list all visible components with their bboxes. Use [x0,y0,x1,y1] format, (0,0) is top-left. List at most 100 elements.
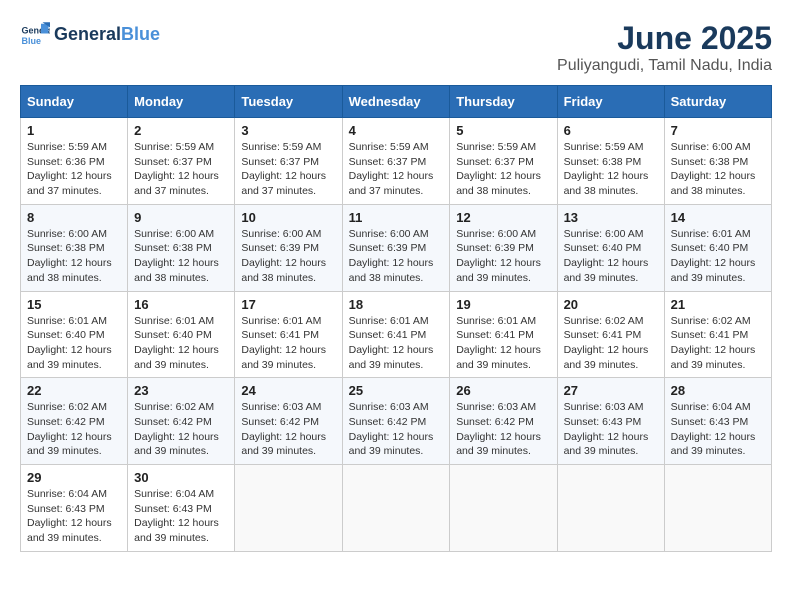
day-number: 8 [27,210,121,225]
day-number: 19 [456,297,550,312]
day-number: 24 [241,383,335,398]
day-number: 9 [134,210,228,225]
calendar-cell: 25Sunrise: 6:03 AM Sunset: 6:42 PM Dayli… [342,378,450,465]
day-info: Sunrise: 5:59 AM Sunset: 6:37 PM Dayligh… [241,140,335,199]
calendar-cell: 18Sunrise: 6:01 AM Sunset: 6:41 PM Dayli… [342,291,450,378]
day-number: 17 [241,297,335,312]
calendar-table: SundayMondayTuesdayWednesdayThursdayFrid… [20,85,772,552]
day-number: 12 [456,210,550,225]
day-info: Sunrise: 6:01 AM Sunset: 6:40 PM Dayligh… [27,314,121,373]
calendar-cell: 21 Sunrise: 6:02 AM Sunset: 6:41 PM Dayli… [664,291,771,378]
day-info: Sunrise: 5:59 AM Sunset: 6:38 PM Dayligh… [564,140,658,199]
day-number: 29 [27,470,121,485]
day-number: 20 [564,297,658,312]
day-info: Sunrise: 6:00 AM Sunset: 6:38 PM Dayligh… [134,227,228,286]
day-number: 22 [27,383,121,398]
calendar-cell: 14 Sunrise: 6:01 AM Sunset: 6:40 PM Dayli… [664,204,771,291]
calendar-cell: 9 Sunrise: 6:00 AM Sunset: 6:38 PM Daylig… [128,204,235,291]
day-info: Sunrise: 6:03 AM Sunset: 6:42 PM Dayligh… [456,400,550,459]
day-info: Sunrise: 6:00 AM Sunset: 6:39 PM Dayligh… [241,227,335,286]
day-number: 30 [134,470,228,485]
week-row-3: 15 Sunrise: 6:01 AM Sunset: 6:40 PM Dayli… [21,291,772,378]
calendar-cell: 16 Sunrise: 6:01 AM Sunset: 6:40 PM Dayli… [128,291,235,378]
day-number: 15 [27,297,121,312]
calendar-cell: 6 Sunrise: 5:59 AM Sunset: 6:38 PM Daylig… [557,118,664,205]
day-number: 7 [671,123,765,138]
title-area: June 2025 Puliyangudi, Tamil Nadu, India [557,20,772,75]
weekday-saturday: Saturday [664,86,771,118]
day-info: Sunrise: 6:04 AM Sunset: 6:43 PM Dayligh… [134,487,228,546]
day-number: 23 [134,383,228,398]
day-info: Sunrise: 5:59 AM Sunset: 6:36 PM Dayligh… [27,140,121,199]
calendar-cell [557,465,664,552]
day-info: Sunrise: 6:04 AM Sunset: 6:43 PM Dayligh… [27,487,121,546]
day-info: Sunrise: 6:01 AM Sunset: 6:40 PM Dayligh… [134,314,228,373]
calendar-cell [664,465,771,552]
day-info: Sunrise: 5:59 AM Sunset: 6:37 PM Dayligh… [349,140,444,199]
day-number: 10 [241,210,335,225]
calendar-subtitle: Puliyangudi, Tamil Nadu, India [557,57,772,75]
day-number: 21 [671,297,765,312]
calendar-cell: 7 Sunrise: 6:00 AM Sunset: 6:38 PM Daylig… [664,118,771,205]
day-info: Sunrise: 6:02 AM Sunset: 6:41 PM Dayligh… [564,314,658,373]
calendar-cell: 10 Sunrise: 6:00 AM Sunset: 6:39 PM Dayli… [235,204,342,291]
week-row-5: 29 Sunrise: 6:04 AM Sunset: 6:43 PM Dayli… [21,465,772,552]
weekday-thursday: Thursday [450,86,557,118]
day-info: Sunrise: 6:00 AM Sunset: 6:38 PM Dayligh… [27,227,121,286]
day-number: 6 [564,123,658,138]
day-info: Sunrise: 6:02 AM Sunset: 6:42 PM Dayligh… [27,400,121,459]
day-number: 14 [671,210,765,225]
calendar-cell: 28Sunrise: 6:04 AM Sunset: 6:43 PM Dayli… [664,378,771,465]
calendar-cell: 5Sunrise: 5:59 AM Sunset: 6:37 PM Daylig… [450,118,557,205]
weekday-friday: Friday [557,86,664,118]
calendar-cell [235,465,342,552]
calendar-cell: 12Sunrise: 6:00 AM Sunset: 6:39 PM Dayli… [450,204,557,291]
day-info: Sunrise: 6:04 AM Sunset: 6:43 PM Dayligh… [671,400,765,459]
calendar-title: June 2025 [557,20,772,57]
day-info: Sunrise: 6:00 AM Sunset: 6:39 PM Dayligh… [349,227,444,286]
calendar-cell: 8 Sunrise: 6:00 AM Sunset: 6:38 PM Daylig… [21,204,128,291]
calendar-cell [450,465,557,552]
logo: General Blue GeneralBlue [20,20,160,50]
weekday-sunday: Sunday [21,86,128,118]
calendar-cell: 27Sunrise: 6:03 AM Sunset: 6:43 PM Dayli… [557,378,664,465]
day-number: 11 [349,210,444,225]
calendar-cell: 23 Sunrise: 6:02 AM Sunset: 6:42 PM Dayli… [128,378,235,465]
weekday-monday: Monday [128,86,235,118]
calendar-cell: 15 Sunrise: 6:01 AM Sunset: 6:40 PM Dayli… [21,291,128,378]
day-number: 26 [456,383,550,398]
calendar-cell: 22 Sunrise: 6:02 AM Sunset: 6:42 PM Dayli… [21,378,128,465]
calendar-cell [342,465,450,552]
weekday-header-row: SundayMondayTuesdayWednesdayThursdayFrid… [21,86,772,118]
logo-text: GeneralBlue [54,25,160,45]
calendar-cell: 20 Sunrise: 6:02 AM Sunset: 6:41 PM Dayli… [557,291,664,378]
day-info: Sunrise: 6:00 AM Sunset: 6:38 PM Dayligh… [671,140,765,199]
day-number: 27 [564,383,658,398]
svg-text:Blue: Blue [22,36,42,46]
day-info: Sunrise: 6:02 AM Sunset: 6:41 PM Dayligh… [671,314,765,373]
day-info: Sunrise: 6:00 AM Sunset: 6:40 PM Dayligh… [564,227,658,286]
calendar-cell: 2 Sunrise: 5:59 AM Sunset: 6:37 PM Daylig… [128,118,235,205]
day-info: Sunrise: 6:01 AM Sunset: 6:41 PM Dayligh… [241,314,335,373]
calendar-cell: 4Sunrise: 5:59 AM Sunset: 6:37 PM Daylig… [342,118,450,205]
day-info: Sunrise: 6:01 AM Sunset: 6:41 PM Dayligh… [456,314,550,373]
day-number: 2 [134,123,228,138]
day-info: Sunrise: 6:02 AM Sunset: 6:42 PM Dayligh… [134,400,228,459]
weekday-tuesday: Tuesday [235,86,342,118]
calendar-cell: 1 Sunrise: 5:59 AM Sunset: 6:36 PM Daylig… [21,118,128,205]
calendar-cell: 19 Sunrise: 6:01 AM Sunset: 6:41 PM Dayli… [450,291,557,378]
day-number: 16 [134,297,228,312]
day-info: Sunrise: 6:01 AM Sunset: 6:40 PM Dayligh… [671,227,765,286]
week-row-1: 1 Sunrise: 5:59 AM Sunset: 6:36 PM Daylig… [21,118,772,205]
week-row-4: 22 Sunrise: 6:02 AM Sunset: 6:42 PM Dayli… [21,378,772,465]
day-number: 1 [27,123,121,138]
day-info: Sunrise: 5:59 AM Sunset: 6:37 PM Dayligh… [134,140,228,199]
calendar-cell: 3Sunrise: 5:59 AM Sunset: 6:37 PM Daylig… [235,118,342,205]
day-info: Sunrise: 6:01 AM Sunset: 6:41 PM Dayligh… [349,314,444,373]
calendar-cell: 30 Sunrise: 6:04 AM Sunset: 6:43 PM Dayli… [128,465,235,552]
day-number: 13 [564,210,658,225]
day-info: Sunrise: 6:03 AM Sunset: 6:42 PM Dayligh… [349,400,444,459]
weekday-wednesday: Wednesday [342,86,450,118]
calendar-body: 1 Sunrise: 5:59 AM Sunset: 6:36 PM Daylig… [21,118,772,552]
day-info: Sunrise: 5:59 AM Sunset: 6:37 PM Dayligh… [456,140,550,199]
